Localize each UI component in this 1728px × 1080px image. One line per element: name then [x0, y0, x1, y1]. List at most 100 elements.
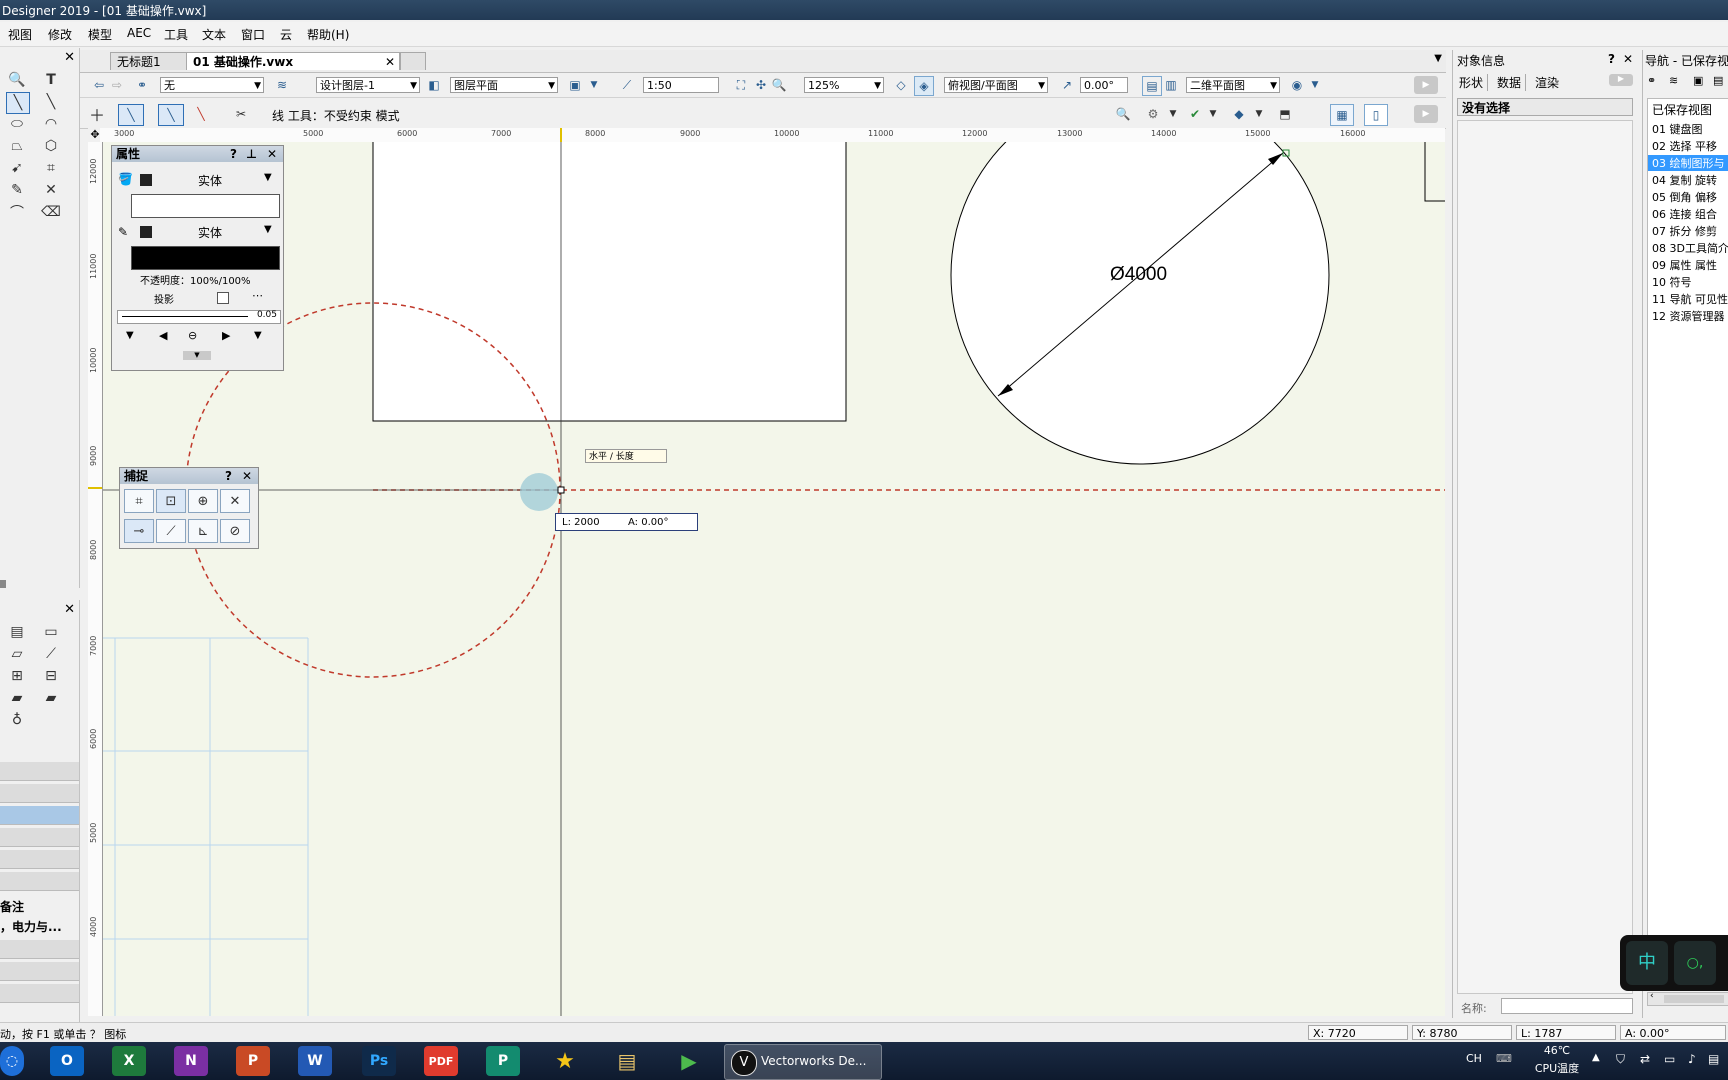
note-label[interactable]: 备注: [0, 898, 24, 915]
fill-style-label[interactable]: 实体: [198, 172, 222, 189]
tab-data[interactable]: 数据: [1497, 74, 1527, 91]
tab-untitled[interactable]: 无标题1: [110, 52, 196, 70]
zoom-icon[interactable]: 🔍: [770, 76, 788, 94]
pin-icon[interactable]: ⊥: [246, 146, 257, 162]
list-item[interactable]: 11 导航 可见性: [1652, 291, 1728, 307]
link-icon[interactable]: ⊖: [188, 329, 197, 342]
shadow-checkbox[interactable]: [217, 292, 229, 304]
modebar-expand-icon[interactable]: ▶: [1414, 105, 1438, 123]
stair-tool-icon[interactable]: ⟋: [40, 644, 62, 664]
menu-help[interactable]: 帮助(H): [307, 26, 349, 43]
vertical-ruler[interactable]: 12000 11000 10000 9000 8000 7000 6000 50…: [88, 142, 103, 1016]
snap-intersection-icon[interactable]: ✕: [220, 489, 250, 513]
close-icon[interactable]: ✕: [242, 468, 252, 484]
back-arrow-icon[interactable]: ⇦: [90, 76, 108, 94]
length-readout[interactable]: L: 2000: [562, 514, 600, 531]
volume-icon[interactable]: ♪: [1688, 1052, 1696, 1066]
chevron-down-icon[interactable]: ▼: [254, 330, 262, 341]
outlook-app-icon[interactable]: O: [50, 1046, 84, 1076]
tab-shape[interactable]: 形状: [1459, 74, 1489, 91]
flyover-icon[interactable]: ◈: [914, 76, 934, 96]
network-icon[interactable]: ⇄: [1640, 1052, 1650, 1066]
menu-view[interactable]: 视图: [8, 26, 32, 43]
zoom-tool-icon[interactable]: 🔍: [6, 70, 28, 90]
list-item[interactable]: 01 键盘图: [1652, 121, 1703, 137]
layers-icon[interactable]: ≋: [1669, 74, 1678, 87]
photoshop-app-icon[interactable]: Ps: [362, 1046, 396, 1076]
help-icon[interactable]: ?: [1608, 52, 1615, 66]
tab-render[interactable]: 渲染: [1535, 74, 1559, 91]
visibility-icon[interactable]: ◆: [1230, 105, 1248, 123]
tray-expand-icon[interactable]: ▲: [1592, 1052, 1600, 1063]
menu-window[interactable]: 窗口: [241, 26, 265, 43]
fill-preview[interactable]: [131, 194, 280, 218]
class-select[interactable]: 无 ▼: [160, 77, 264, 93]
layer-icon[interactable]: ≋: [273, 76, 291, 94]
snap-point-icon[interactable]: ⊘: [220, 519, 250, 543]
opacity-label[interactable]: 不透明度：100%/100%: [140, 272, 251, 287]
close-icon[interactable]: ✕: [64, 602, 75, 617]
rotate-plan-icon[interactable]: ↗: [1058, 76, 1076, 94]
set-row-4[interactable]: [0, 828, 79, 847]
door-tool-icon[interactable]: ▭: [40, 622, 62, 642]
toolbar-expand-icon[interactable]: ▶: [1414, 76, 1438, 94]
list-item[interactable]: 05 倒角 偏移: [1652, 189, 1717, 205]
crosshair-icon[interactable]: ＋: [88, 105, 106, 125]
list-item[interactable]: 04 复制 旋转: [1652, 172, 1717, 188]
gear-icon[interactable]: ⚙: [1144, 105, 1162, 123]
classes-icon[interactable]: ⚭: [1647, 74, 1656, 87]
chevron-down-icon[interactable]: ▼: [264, 224, 272, 235]
scrollbar-thumb[interactable]: [1664, 995, 1724, 1003]
set-row-6[interactable]: [0, 872, 79, 891]
set-row-9[interactable]: [0, 984, 79, 1003]
menu-aec[interactable]: AEC: [127, 26, 151, 40]
panel-menu-icon[interactable]: ▶: [1609, 74, 1633, 86]
set-row-1[interactable]: [0, 762, 79, 781]
scale-icon[interactable]: ⟋: [618, 76, 636, 94]
chevron-down-icon[interactable]: ▼: [1204, 105, 1222, 123]
list-item[interactable]: 06 连接 组合: [1652, 206, 1717, 222]
drawing-area[interactable]: Ø4000 水平 / 长度 L: 2000 A: 0.00°: [103, 142, 1445, 1016]
list-item[interactable]: 02 选择 平移: [1652, 138, 1717, 154]
set-row-3[interactable]: [0, 806, 79, 825]
close-icon[interactable]: ✕: [267, 146, 277, 162]
name-field[interactable]: [1501, 998, 1633, 1014]
sheets-icon[interactable]: ▣: [1693, 74, 1703, 87]
constrained-mode-icon[interactable]: ╲: [158, 104, 184, 126]
oval-tool-icon[interactable]: ⬭: [6, 114, 28, 134]
partial-rectangle-shape[interactable]: [1424, 142, 1445, 202]
render-select[interactable]: 二维平面图 ▼: [1186, 77, 1280, 93]
vectorworks-task-button[interactable]: V Vectorworks De...: [724, 1044, 882, 1080]
snap-edge-icon[interactable]: ⟋: [156, 519, 186, 543]
text-tool-icon[interactable]: T: [40, 70, 62, 90]
horizontal-ruler[interactable]: 3000 5000 6000 7000 8000 9000 10000 1100…: [100, 128, 1445, 143]
onenote-app-icon[interactable]: N: [174, 1046, 208, 1076]
start-button-icon[interactable]: ◌: [0, 1046, 24, 1076]
star-app-icon[interactable]: ★: [548, 1046, 582, 1076]
fillet-tool-icon[interactable]: ⌒: [6, 202, 28, 222]
security-icon[interactable]: ⛉: [1616, 1052, 1625, 1067]
snap-tangent-icon[interactable]: ⊾: [188, 519, 218, 543]
chevron-down-icon[interactable]: ▼: [1164, 105, 1182, 123]
menu-model[interactable]: 模型: [88, 26, 112, 43]
list-item[interactable]: 08 3D工具简介: [1652, 240, 1728, 256]
brush-tool-icon[interactable]: ✎: [6, 180, 28, 200]
ime-punctuation-icon[interactable]: ○,: [1674, 941, 1716, 985]
crop-tool-icon[interactable]: ⌗: [40, 158, 62, 178]
list-item-selected[interactable]: 03 绘制图形与: [1648, 155, 1728, 171]
plane-select[interactable]: 图层平面 ▼: [450, 77, 558, 93]
views-icon[interactable]: ▤: [1713, 74, 1723, 87]
snapping-panel-header[interactable]: 捕捉 ? ✕: [120, 468, 258, 484]
arrow-start-icon[interactable]: ◀: [159, 329, 167, 342]
grid-icon[interactable]: ▦: [1330, 104, 1354, 126]
desk-tool-icon[interactable]: ▰: [40, 688, 62, 708]
close-icon[interactable]: ✕: [1623, 52, 1633, 66]
tab-list-chevron-icon[interactable]: ▼: [1434, 53, 1442, 64]
render-options-icon[interactable]: ◉: [1288, 76, 1306, 94]
keyboard-icon[interactable]: ⌨: [1496, 1052, 1512, 1065]
excel-app-icon[interactable]: X: [112, 1046, 146, 1076]
scale-field[interactable]: 1:50: [643, 77, 719, 93]
chevron-down-icon[interactable]: ▼: [585, 76, 603, 94]
help-icon[interactable]: ?: [225, 468, 232, 484]
plant-tool-icon[interactable]: ♁: [6, 710, 28, 730]
